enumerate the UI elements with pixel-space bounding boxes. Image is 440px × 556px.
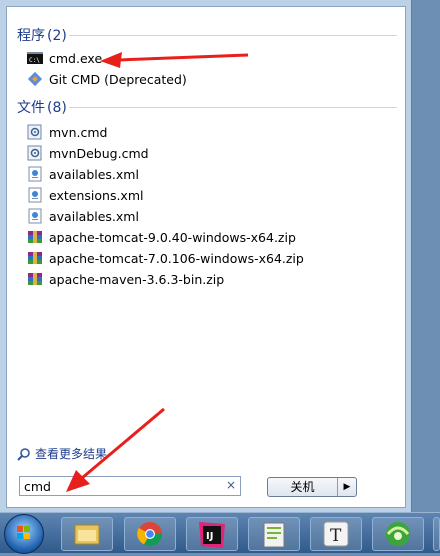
clear-search-icon[interactable]: × — [226, 478, 236, 492]
taskbar-notepadpp-icon[interactable] — [248, 517, 300, 551]
item-label: apache-tomcat-9.0.40-windows-x64.zip — [49, 229, 296, 245]
see-more-results-link[interactable]: 查看更多结果 — [17, 445, 107, 462]
search-icon — [17, 447, 31, 461]
xml-file-icon — [27, 187, 43, 203]
files-header-label: 文件 — [17, 100, 45, 116]
script-file-icon — [27, 124, 43, 140]
item-label: apache-tomcat-7.0.106-windows-x64.zip — [49, 250, 304, 266]
taskbar: IJ T — [0, 512, 440, 554]
result-availables-xml[interactable]: availables.xml — [27, 164, 139, 184]
item-label: extensions.xml — [49, 187, 144, 203]
files-divider — [69, 107, 397, 108]
archive-icon — [27, 229, 43, 245]
result-cmd-exe[interactable]: C:\ cmd.exe — [27, 48, 102, 68]
result-availables-xml-2[interactable]: availables.xml — [27, 206, 139, 226]
item-label: apache-maven-3.6.3-bin.zip — [49, 271, 225, 287]
item-label: availables.xml — [49, 208, 139, 224]
script-file-icon — [27, 145, 43, 161]
search-input[interactable] — [24, 478, 214, 494]
git-icon — [27, 71, 43, 87]
see-more-label: 查看更多结果 — [35, 447, 108, 461]
start-menu: 程序 (2) C:\ cmd.exe Git CMD (Deprecated) 文… — [0, 0, 412, 513]
shutdown-button[interactable]: 关机 — [268, 478, 338, 496]
result-git-cmd[interactable]: Git CMD (Deprecated) — [27, 69, 187, 89]
cmd-icon: C:\ — [27, 50, 43, 66]
shutdown-button-group: 关机 ▶ — [267, 477, 357, 497]
xml-file-icon — [27, 208, 43, 224]
item-label: mvn.cmd — [49, 124, 108, 140]
taskbar-intellij-icon[interactable]: IJ — [186, 517, 238, 551]
result-tomcat-7-zip[interactable]: apache-tomcat-7.0.106-windows-x64.zip — [27, 248, 304, 268]
files-count: (8) — [47, 100, 67, 116]
programs-header-label: 程序 — [17, 28, 45, 44]
search-box[interactable]: × — [19, 476, 241, 496]
programs-count: (2) — [47, 28, 67, 44]
result-extensions-xml[interactable]: extensions.xml — [27, 185, 143, 205]
item-label: cmd.exe — [49, 50, 103, 66]
result-tomcat-9-zip[interactable]: apache-tomcat-9.0.40-windows-x64.zip — [27, 227, 296, 247]
taskbar-typora-icon[interactable]: T — [310, 517, 362, 551]
search-results-pane: 程序 (2) C:\ cmd.exe Git CMD (Deprecated) 文… — [6, 6, 406, 508]
taskbar-file-explorer-icon[interactable] — [61, 517, 113, 551]
xml-file-icon — [27, 166, 43, 182]
programs-group-header[interactable]: 程序 (2) — [17, 25, 67, 45]
svg-text:T: T — [330, 526, 342, 546]
item-label: mvnDebug.cmd — [49, 145, 149, 161]
start-orb-icon[interactable] — [4, 514, 44, 554]
result-mvndebug-cmd[interactable]: mvnDebug.cmd — [27, 143, 149, 163]
result-maven-zip[interactable]: apache-maven-3.6.3-bin.zip — [27, 269, 224, 289]
result-mvn-cmd[interactable]: mvn.cmd — [27, 122, 107, 142]
taskbar-chrome-icon[interactable] — [124, 517, 176, 551]
svg-text:C:\: C:\ — [29, 57, 40, 64]
taskbar-overflow[interactable] — [433, 517, 440, 551]
svg-text:IJ: IJ — [206, 531, 213, 542]
item-label: availables.xml — [49, 166, 139, 182]
archive-icon — [27, 271, 43, 287]
shutdown-options-arrow-icon[interactable]: ▶ — [338, 478, 356, 496]
files-group-header[interactable]: 文件 (8) — [17, 97, 67, 117]
taskbar-green-app-icon[interactable] — [372, 517, 424, 551]
archive-icon — [27, 250, 43, 266]
programs-divider — [69, 35, 397, 36]
item-label: Git CMD (Deprecated) — [49, 71, 187, 87]
